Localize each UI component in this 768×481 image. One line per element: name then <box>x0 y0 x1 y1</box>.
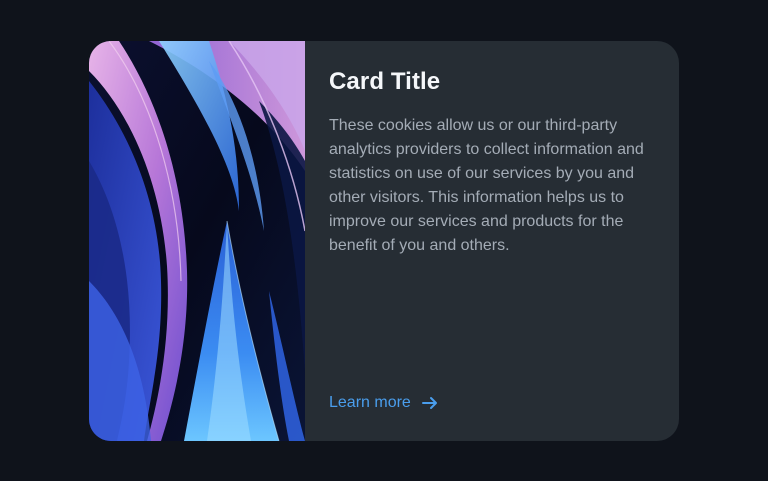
learn-more-link[interactable]: Learn more <box>329 394 439 412</box>
abstract-ribbons-image <box>89 41 305 441</box>
card-body: Card Title These cookies allow us or our… <box>305 41 679 441</box>
card-description: These cookies allow us or our third-part… <box>329 117 644 254</box>
card-image <box>89 41 305 441</box>
learn-more-label: Learn more <box>329 394 411 411</box>
arrow-right-icon <box>421 394 439 412</box>
card: Card Title These cookies allow us or our… <box>89 41 679 441</box>
card-title: Card Title <box>329 68 441 95</box>
